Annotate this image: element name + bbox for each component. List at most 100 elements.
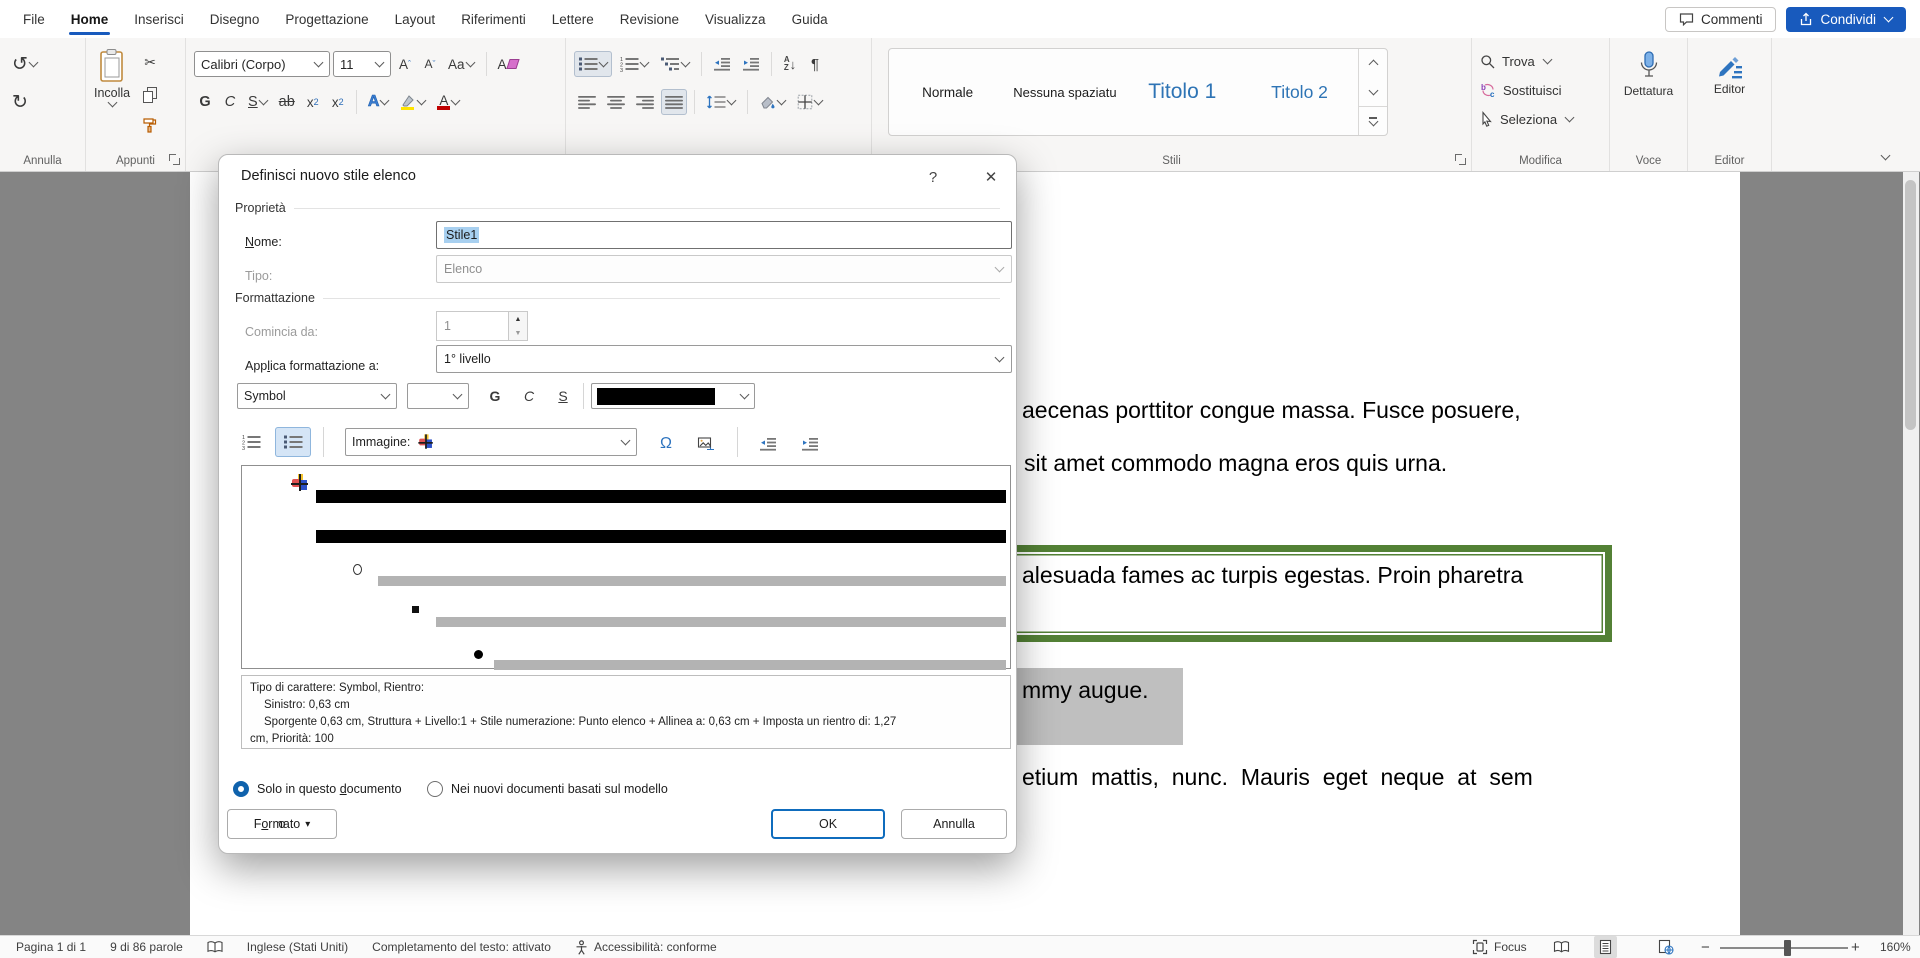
paste-button[interactable]: Incolla bbox=[94, 48, 130, 138]
tab-visualizza[interactable]: Visualizza bbox=[692, 0, 779, 38]
dialog-increase-indent-button[interactable] bbox=[793, 429, 827, 459]
accessibility-indicator[interactable]: Accessibilità: conforme bbox=[575, 940, 717, 955]
zoom-slider-track[interactable] bbox=[1720, 947, 1848, 949]
tab-home[interactable]: Home bbox=[58, 0, 122, 38]
dialog-bold-button[interactable]: G bbox=[481, 381, 509, 411]
tab-riferimenti[interactable]: Riferimenti bbox=[448, 0, 539, 38]
dialog-underline-button[interactable]: S bbox=[549, 381, 577, 411]
doc-green-bordered-paragraph[interactable]: alesuada fames ac turpis egestas. Proin … bbox=[1000, 545, 1612, 642]
align-center-button[interactable] bbox=[603, 89, 629, 115]
format-painter-button[interactable] bbox=[138, 112, 162, 138]
tab-progettazione[interactable]: Progettazione bbox=[272, 0, 381, 38]
doc-paragraph-3[interactable]: etium mattis, nunc. Mauris eget neque at… bbox=[1022, 764, 1533, 791]
shading-button[interactable] bbox=[755, 89, 790, 115]
font-name-combo[interactable]: Calibri (Corpo) bbox=[194, 51, 330, 77]
proofing-icon[interactable] bbox=[207, 940, 223, 954]
italic-button[interactable]: C bbox=[219, 89, 241, 115]
comments-button[interactable]: Commenti bbox=[1665, 7, 1777, 32]
justify-button[interactable] bbox=[661, 89, 687, 115]
show-paragraph-marks-button[interactable]: ¶ bbox=[804, 51, 826, 77]
zoom-in-button[interactable]: + bbox=[1851, 936, 1860, 958]
subscript-button[interactable]: x2 bbox=[302, 89, 324, 115]
underline-button[interactable]: S bbox=[244, 89, 272, 115]
picture-insert-button[interactable] bbox=[689, 429, 723, 459]
clipboard-dialog-launcher-icon[interactable] bbox=[169, 154, 180, 165]
print-layout-button[interactable] bbox=[1594, 936, 1617, 958]
select-button[interactable]: Seleziona bbox=[1480, 106, 1601, 132]
styles-scroll-up-button[interactable] bbox=[1359, 49, 1387, 77]
strikethrough-button[interactable]: ab bbox=[275, 89, 299, 115]
sort-button[interactable]: AZ↓ bbox=[779, 51, 801, 77]
share-button[interactable]: Condividi bbox=[1786, 7, 1906, 32]
dialog-numbering-button[interactable]: 123 bbox=[235, 427, 267, 457]
tab-file[interactable]: File bbox=[10, 0, 58, 38]
decrease-indent-button[interactable] bbox=[709, 51, 735, 77]
bullets-button[interactable] bbox=[574, 51, 612, 77]
grow-font-button[interactable]: Aˆ bbox=[394, 51, 416, 77]
only-this-document-radio[interactable]: Solo in questo documento bbox=[233, 781, 402, 797]
doc-boxed-text[interactable]: alesuada fames ac turpis egestas. Proin … bbox=[1022, 562, 1523, 589]
doc-paragraph-1-line-1[interactable]: aecenas porttitor congue massa. Fusce po… bbox=[1022, 397, 1521, 424]
dialog-italic-button[interactable]: C bbox=[515, 381, 543, 411]
tab-guida[interactable]: Guida bbox=[779, 0, 841, 38]
numbering-button[interactable]: 123 bbox=[615, 51, 653, 77]
style-titolo-1[interactable]: Titolo 1 bbox=[1124, 49, 1241, 135]
new-documents-radio[interactable]: Nei nuovi documenti basati sul modello bbox=[427, 781, 668, 797]
doc-shaded-text[interactable]: mmy augue. bbox=[1022, 677, 1149, 704]
line-spacing-button[interactable] bbox=[702, 89, 740, 115]
close-icon[interactable]: ✕ bbox=[977, 163, 1005, 191]
page-indicator[interactable]: Pagina 1 di 1 bbox=[16, 940, 86, 954]
redo-button[interactable]: ↻ bbox=[8, 89, 32, 115]
find-button[interactable]: Trova bbox=[1480, 48, 1601, 74]
font-color-button[interactable]: A bbox=[433, 89, 464, 115]
doc-paragraph-1-line-2[interactable]: sit amet commodo magna eros quis urna. bbox=[1024, 450, 1447, 477]
dialog-bullets-button[interactable] bbox=[275, 427, 311, 457]
tab-revisione[interactable]: Revisione bbox=[607, 0, 692, 38]
shrink-font-button[interactable]: Aˇ bbox=[419, 51, 441, 77]
styles-more-button[interactable] bbox=[1359, 106, 1387, 135]
bold-button[interactable]: G bbox=[194, 89, 216, 115]
collapse-ribbon-icon[interactable] bbox=[1881, 151, 1891, 161]
styles-scroll-down-button[interactable] bbox=[1359, 77, 1387, 105]
name-input[interactable]: Stile1 bbox=[436, 221, 1012, 249]
vertical-scrollbar[interactable] bbox=[1903, 172, 1919, 935]
read-mode-button[interactable] bbox=[1553, 936, 1570, 958]
align-left-button[interactable] bbox=[574, 89, 600, 115]
scrollbar-thumb[interactable] bbox=[1905, 180, 1916, 430]
increase-indent-button[interactable] bbox=[738, 51, 764, 77]
text-effects-button[interactable]: A bbox=[364, 89, 394, 115]
highlight-button[interactable] bbox=[396, 89, 430, 115]
bullet-size-dropdown[interactable] bbox=[407, 383, 469, 409]
symbol-insert-button[interactable]: Ω bbox=[651, 429, 681, 459]
language-indicator[interactable]: Inglese (Stati Uniti) bbox=[247, 940, 348, 954]
editor-button[interactable]: Editor bbox=[1696, 50, 1763, 96]
doc-shaded-paragraph[interactable]: mmy augue. bbox=[1000, 668, 1183, 745]
superscript-button[interactable]: x2 bbox=[327, 89, 349, 115]
dialog-decrease-indent-button[interactable] bbox=[751, 429, 785, 459]
multilevel-list-button[interactable] bbox=[656, 51, 694, 77]
cancel-button[interactable]: Annulla bbox=[901, 809, 1007, 839]
spin-down-icon[interactable]: ▼ bbox=[509, 326, 527, 340]
format-menu-button[interactable]: o F Formato▾ bbox=[227, 809, 337, 839]
tab-disegno[interactable]: Disegno bbox=[197, 0, 273, 38]
spin-up-icon[interactable]: ▲ bbox=[509, 312, 527, 326]
styles-dialog-launcher-icon[interactable] bbox=[1455, 154, 1466, 165]
zoom-level[interactable]: 160% bbox=[1880, 936, 1911, 958]
borders-button[interactable] bbox=[793, 89, 827, 115]
font-size-combo[interactable]: 11 bbox=[333, 51, 391, 77]
tab-inserisci[interactable]: Inserisci bbox=[121, 0, 197, 38]
clear-formatting-button[interactable]: A bbox=[494, 51, 522, 77]
style-titolo-2[interactable]: Titolo 2 bbox=[1241, 49, 1358, 135]
zoom-slider-thumb[interactable] bbox=[1784, 940, 1791, 956]
web-layout-button[interactable] bbox=[1658, 936, 1674, 958]
tab-lettere[interactable]: Lettere bbox=[539, 0, 607, 38]
dictate-button[interactable]: Dettatura bbox=[1618, 50, 1679, 98]
cut-button[interactable]: ✂ bbox=[139, 50, 161, 76]
ok-button[interactable]: OK bbox=[771, 809, 885, 839]
apply-formatting-dropdown[interactable]: 1° livello bbox=[436, 345, 1012, 373]
text-completion-indicator[interactable]: Completamento del testo: attivato bbox=[372, 940, 551, 954]
bullet-color-dropdown[interactable] bbox=[591, 383, 755, 409]
undo-button[interactable]: ↺ bbox=[8, 51, 42, 77]
zoom-out-button[interactable]: − bbox=[1701, 936, 1710, 958]
replace-button[interactable]: bc Sostituisci bbox=[1480, 77, 1601, 103]
